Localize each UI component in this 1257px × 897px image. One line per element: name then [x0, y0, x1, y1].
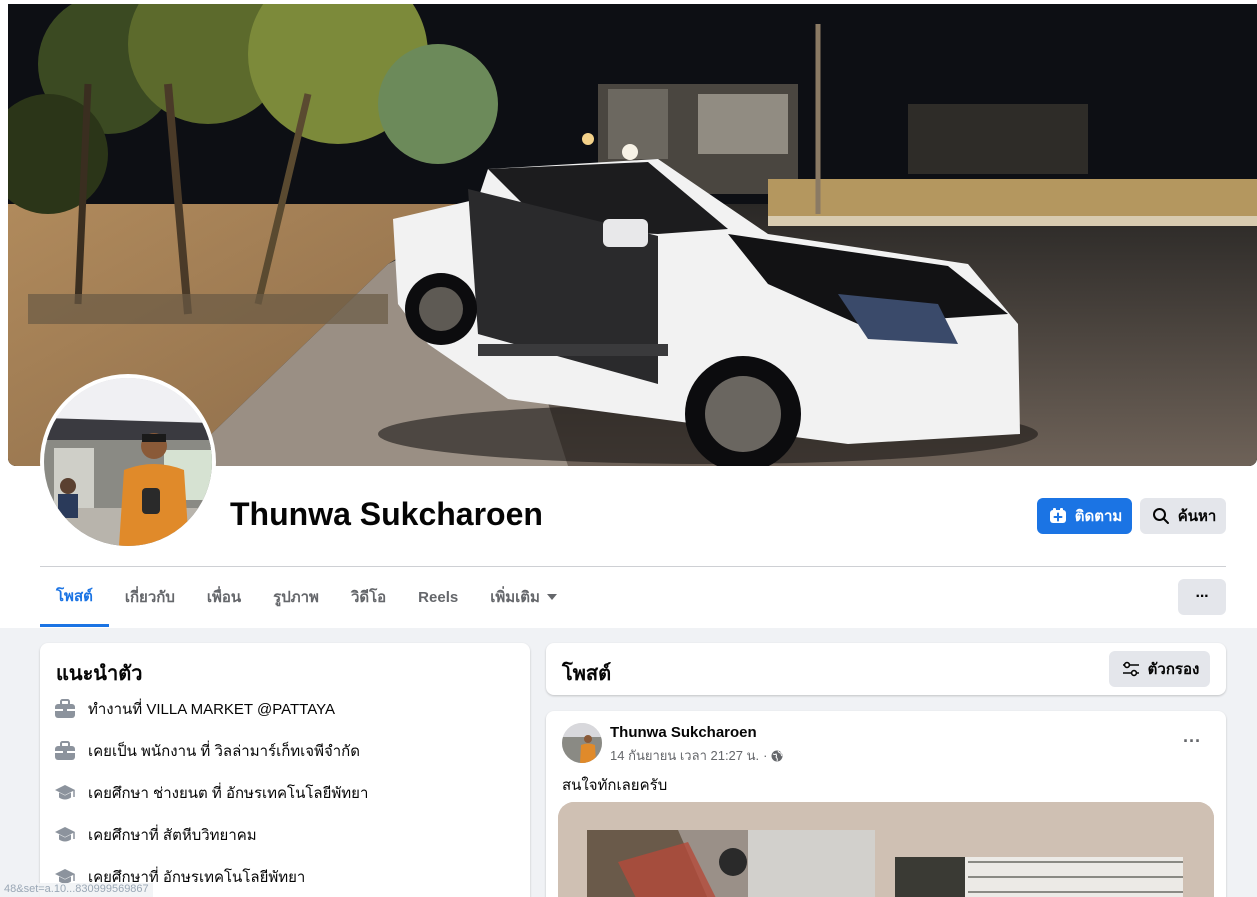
intro-item-text: เคยเป็น พนักงาน ที่ วิลล่ามาร์เก็ทเจพีจำ… — [88, 743, 360, 760]
more-icon: ··· — [1195, 588, 1210, 605]
profile-header: Thunwa Sukcharoen ติดตาม ค้นหา โพสต์ เกี… — [0, 0, 1257, 628]
tab-about[interactable]: เกี่ยวกับ — [109, 567, 191, 627]
tab-reels-label: Reels — [418, 588, 459, 606]
caret-down-icon — [546, 591, 558, 603]
intro-item-text: เคยศึกษาที่ สัตหีบวิทยาคม — [88, 827, 257, 844]
intro-item-education: เคยศึกษา ช่างยนต ที่ อักษรเทคโนโลยีพัทยา — [54, 781, 368, 805]
intro-item-work: เคยเป็น พนักงาน ที่ วิลล่ามาร์เก็ทเจพีจำ… — [54, 739, 360, 763]
search-button[interactable]: ค้นหา — [1140, 498, 1226, 534]
profile-avatar[interactable] — [40, 374, 216, 550]
post-author-name[interactable]: Thunwa Sukcharoen — [610, 724, 757, 741]
tab-more[interactable]: เพิ่มเติม — [474, 567, 574, 627]
cover-photo[interactable] — [8, 4, 1257, 466]
follow-button-label: ติดตาม — [1074, 508, 1123, 525]
tab-posts-label: โพสต์ — [56, 587, 93, 605]
posts-title: โพสต์ — [562, 663, 612, 685]
posts-header-card: โพสต์ ตัวกรอง — [546, 643, 1226, 695]
post-options-button[interactable]: ··· — [1176, 729, 1208, 753]
profile-avatar-image — [44, 378, 212, 546]
intro-item-work: ทำงานที่ VILLA MARKET @PATTAYA — [54, 697, 335, 721]
tab-about-label: เกี่ยวกับ — [124, 589, 175, 606]
post-text: สนใจทักเลยครับ — [562, 777, 668, 794]
intro-item-education: เคยศึกษาที่ สัตหีบวิทยาคม — [54, 823, 257, 847]
tab-photos-label: รูปภาพ — [273, 589, 319, 606]
tab-videos[interactable]: วิดีโอ — [335, 567, 402, 627]
filter-button-label: ตัวกรอง — [1147, 661, 1200, 678]
briefcase-icon — [54, 698, 76, 720]
tab-more-label: เพิ่มเติม — [490, 589, 540, 606]
follow-button[interactable]: ติดตาม — [1037, 498, 1132, 534]
post-photo-collage[interactable] — [558, 802, 1214, 897]
tab-posts[interactable]: โพสต์ — [40, 567, 109, 627]
post-photo-image — [558, 802, 1214, 897]
post-card: Thunwa Sukcharoen 14 กันยายน เวลา 21:27 … — [546, 711, 1226, 897]
post-timestamp[interactable]: 14 กันยายน เวลา 21:27 น. — [610, 745, 759, 766]
intro-card: แนะนำตัว ทำงานที่ VILLA MARKET @PATTAYA … — [40, 643, 530, 897]
meta-separator: · — [763, 748, 768, 763]
filter-button[interactable]: ตัวกรอง — [1109, 651, 1210, 687]
search-icon — [1150, 505, 1172, 527]
search-button-label: ค้นหา — [1177, 508, 1217, 525]
profile-more-button[interactable]: ··· — [1178, 579, 1226, 615]
cover-photo-image — [8, 4, 1257, 466]
graduation-cap-icon — [54, 824, 76, 846]
intro-item-text: เคยศึกษา ช่างยนต ที่ อักษรเทคโนโลยีพัทยา — [88, 785, 369, 802]
status-bar-url: 48&set=a.10...830999569867 — [0, 883, 153, 897]
tab-friends-label: เพื่อน — [206, 589, 242, 606]
intro-item-text: ทำงานที่ VILLA MARKET @PATTAYA — [88, 701, 335, 718]
tab-reels[interactable]: Reels — [402, 567, 474, 627]
post-author-avatar[interactable] — [562, 723, 602, 763]
profile-tabs: โพสต์ เกี่ยวกับ เพื่อน รูปภาพ วิดีโอ Ree… — [40, 567, 574, 627]
post-meta: 14 กันยายน เวลา 21:27 น. · — [610, 745, 783, 766]
tab-photos[interactable]: รูปภาพ — [257, 567, 335, 627]
briefcase-icon — [54, 740, 76, 762]
follow-icon — [1047, 505, 1069, 527]
globe-icon — [771, 750, 783, 762]
intro-title: แนะนำตัว — [56, 663, 143, 685]
tab-videos-label: วิดีโอ — [350, 589, 387, 606]
graduation-cap-icon — [54, 782, 76, 804]
tab-friends[interactable]: เพื่อน — [191, 567, 257, 627]
profile-name: Thunwa Sukcharoen — [230, 496, 543, 532]
filter-icon — [1120, 658, 1142, 680]
